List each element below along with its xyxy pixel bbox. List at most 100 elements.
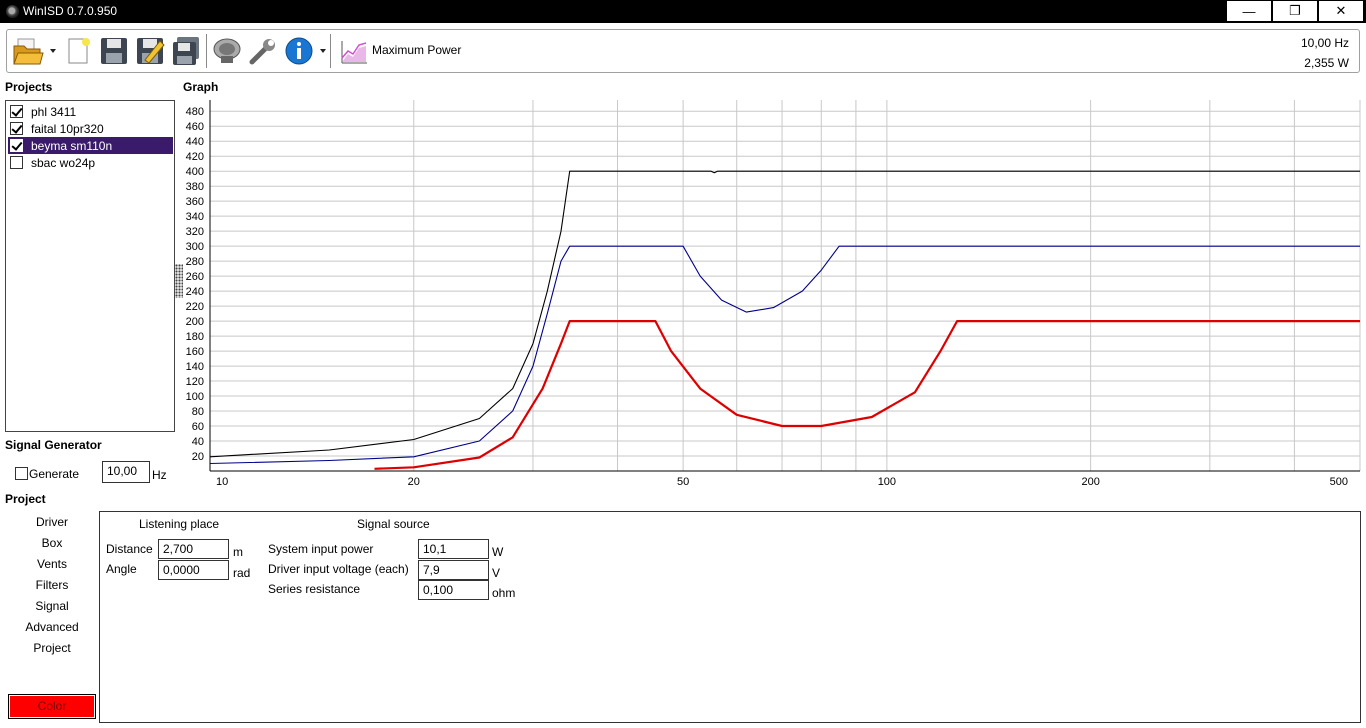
signal-panel: Listening place Signal source Distance 2…: [99, 511, 1361, 723]
close-button[interactable]: ✕: [1318, 0, 1364, 22]
distance-label: Distance: [106, 542, 153, 556]
series-line-2: [209, 245, 1360, 465]
y-tick-label: 240: [186, 286, 204, 298]
series-line-3: [374, 320, 1360, 470]
title-bar: WinISD 0.7.0.950 — ❐ ✕: [0, 0, 1366, 23]
project-name: sbac wo24p: [31, 155, 96, 170]
info-icon[interactable]: [282, 33, 316, 69]
y-tick-label: 140: [186, 361, 204, 373]
y-tick-label: 120: [186, 376, 204, 388]
system-input-power-input[interactable]: 10,1: [418, 539, 489, 559]
save-all-icon[interactable]: [169, 33, 203, 69]
info-dropdown-arrow[interactable]: [320, 49, 326, 53]
nav-project[interactable]: Project: [7, 641, 97, 655]
series-line-1: [209, 170, 1360, 458]
new-document-icon[interactable]: [61, 33, 95, 69]
driver-input-voltage-label: Driver input voltage (each): [268, 562, 409, 576]
project-item[interactable]: faital 10pr320: [8, 120, 173, 137]
y-tick-label: 180: [186, 331, 204, 343]
generator-frequency-input[interactable]: 10,00: [102, 461, 150, 483]
nav-vents[interactable]: Vents: [7, 557, 97, 571]
y-tick-label: 220: [186, 301, 204, 313]
cursor-frequency-readout: 10,00 Hz: [1300, 36, 1349, 50]
series-resistance-input[interactable]: 0,100: [418, 580, 489, 600]
series-resistance-label: Series resistance: [268, 582, 361, 596]
generate-checkbox[interactable]: [15, 467, 28, 480]
color-button[interactable]: Color: [8, 694, 96, 719]
x-tick-label: 10: [216, 476, 228, 488]
y-tick-label: 460: [186, 121, 204, 133]
graph-type-icon[interactable]: [337, 33, 371, 69]
y-tick-label: 260: [186, 271, 204, 283]
toolbar: Maximum Power 10,00 Hz 2,355 W: [6, 29, 1360, 73]
cursor-power-readout: 2,355 W: [1304, 56, 1349, 70]
project-name: faital 10pr320: [31, 121, 104, 136]
driver-input-voltage-input[interactable]: 7,9: [418, 560, 489, 580]
settings-wrench-icon[interactable]: [246, 33, 280, 69]
y-tick-label: 300: [186, 241, 204, 253]
driver-input-voltage-unit: V: [492, 566, 501, 580]
y-tick-label: 420: [186, 151, 204, 163]
toolbar-separator: [330, 34, 331, 68]
projects-list: phl 3411 faital 10pr320 beyma sm110n sba…: [5, 100, 175, 432]
system-input-power-unit: W: [492, 545, 504, 559]
project-checkbox[interactable]: [10, 122, 23, 135]
y-tick-label: 80: [192, 406, 204, 418]
x-tick-label: 100: [878, 476, 896, 488]
window-title: WinISD 0.7.0.950: [23, 4, 118, 18]
projects-heading: Projects: [5, 80, 53, 94]
distance-input[interactable]: 2,700: [158, 539, 229, 559]
project-checkbox[interactable]: [10, 156, 23, 169]
x-tick-label: 20: [408, 476, 420, 488]
y-tick-label: 280: [186, 256, 204, 268]
x-tick-label: 200: [1081, 476, 1099, 488]
angle-input[interactable]: 0,0000: [158, 560, 229, 580]
project-item[interactable]: sbac wo24p: [8, 154, 173, 171]
y-tick-label: 160: [186, 346, 204, 358]
open-dropdown-arrow[interactable]: [50, 49, 56, 53]
y-tick-label: 480: [186, 106, 204, 118]
angle-unit: rad: [233, 566, 251, 580]
restore-button[interactable]: ❐: [1272, 0, 1318, 22]
y-tick-label: 60: [192, 421, 204, 433]
y-tick-label: 40: [192, 436, 204, 448]
graph-canvas[interactable]: 20 40 60 80 100 120 140 160 180 200 220 240 260 280 30…: [178, 99, 1361, 491]
project-item[interactable]: phl 3411: [8, 103, 173, 120]
save-icon[interactable]: [97, 33, 131, 69]
project-checkbox[interactable]: [10, 105, 23, 118]
open-folder-icon[interactable]: [11, 33, 45, 69]
project-name: beyma sm110n: [31, 138, 113, 153]
y-tick-label: 440: [186, 136, 204, 148]
nav-advanced[interactable]: Advanced: [7, 620, 97, 634]
y-tick-label: 400: [186, 166, 204, 178]
project-heading: Project: [5, 492, 46, 506]
minimize-button[interactable]: —: [1226, 0, 1272, 22]
y-tick-label: 340: [186, 211, 204, 223]
distance-unit: m: [233, 545, 243, 559]
app-icon: [6, 5, 19, 18]
toolbar-separator: [206, 34, 207, 68]
angle-label: Angle: [106, 562, 137, 576]
project-item-selected[interactable]: beyma sm110n: [8, 137, 173, 154]
graph-mode-label[interactable]: Maximum Power: [372, 43, 461, 57]
generate-label: Generate: [29, 467, 80, 481]
nav-driver[interactable]: Driver: [7, 515, 97, 529]
project-name: phl 3411: [31, 104, 77, 119]
generator-frequency-unit: Hz: [152, 468, 167, 482]
y-tick-label: 320: [186, 226, 204, 238]
series-resistance-unit: ohm: [492, 586, 516, 600]
nav-filters[interactable]: Filters: [7, 578, 97, 592]
y-tick-label: 380: [186, 181, 204, 193]
signal-source-title: Signal source: [357, 517, 430, 531]
x-tick-label: 500: [1330, 476, 1348, 488]
y-tick-label: 100: [186, 391, 204, 403]
nav-box[interactable]: Box: [7, 536, 97, 550]
y-tick-label: 360: [186, 196, 204, 208]
y-tick-label: 200: [186, 316, 204, 328]
nav-signal[interactable]: Signal: [7, 599, 97, 613]
power-graph[interactable]: 20 40 60 80 100 120 140 160 180 200 220 240 260 280 30…: [178, 99, 1361, 491]
project-checkbox[interactable]: [10, 139, 23, 152]
save-as-icon[interactable]: [133, 33, 167, 69]
graph-heading: Graph: [183, 80, 219, 94]
driver-speaker-icon[interactable]: [210, 33, 244, 69]
